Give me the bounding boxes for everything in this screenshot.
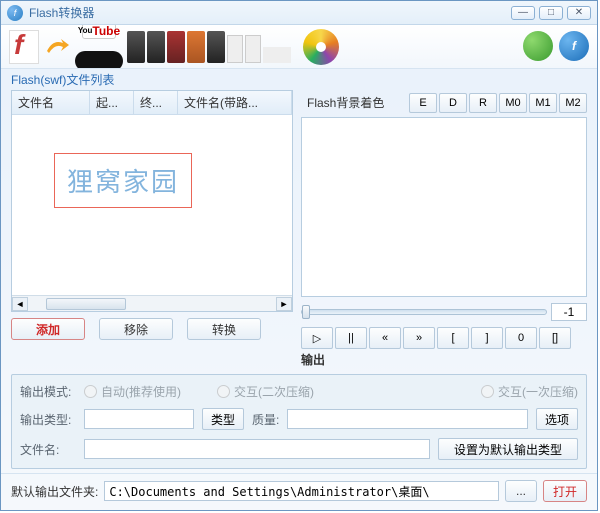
rewind-button[interactable]: «	[369, 327, 401, 349]
filename-input[interactable]	[84, 439, 430, 459]
preset-m1-button[interactable]: M1	[529, 93, 557, 113]
window-title: Flash转换器	[29, 4, 511, 21]
remove-button[interactable]: 移除	[99, 318, 173, 340]
disc-icon	[303, 29, 339, 65]
frame-number: -1	[551, 303, 587, 321]
reset-button[interactable]: 0	[505, 327, 537, 349]
col-filename[interactable]: 文件名	[12, 91, 90, 114]
youtube-icon: YouTube	[82, 25, 116, 39]
app-icon: f	[7, 5, 23, 21]
default-folder-label: 默认输出文件夹:	[11, 483, 98, 500]
console-icon	[263, 47, 291, 63]
titlebar: f Flash转换器 — □ ✕	[1, 1, 597, 25]
output-mode-label: 输出模式:	[20, 383, 76, 400]
output-type-label: 输出类型:	[20, 411, 76, 428]
browse-button[interactable]: ...	[505, 480, 537, 502]
open-button[interactable]: 打开	[543, 480, 587, 502]
set-default-type-button[interactable]: 设置为默认输出类型	[438, 438, 578, 460]
devices-icons	[127, 31, 291, 63]
watermark-text: 狸窝家园	[54, 153, 192, 208]
preset-e-button[interactable]: E	[409, 93, 437, 113]
type-button[interactable]: 类型	[202, 408, 244, 430]
flash-player-icon[interactable]: f	[559, 31, 589, 61]
preview-area	[301, 117, 587, 297]
h-scrollbar[interactable]: ◄ ►	[12, 295, 292, 311]
file-list-label: Flash(swf)文件列表	[1, 69, 597, 90]
slider-thumb[interactable]	[302, 305, 310, 319]
scroll-thumb[interactable]	[46, 298, 126, 310]
output-panel: 输出模式: 自动(推荐使用) 交互(二次压缩) 交互(一次压缩) 输出类型: 类…	[11, 374, 587, 469]
mark-out-button[interactable]: ]	[471, 327, 503, 349]
arrow-icon	[43, 33, 71, 61]
col-start[interactable]: 起...	[90, 91, 134, 114]
play-button[interactable]: ▷	[301, 327, 333, 349]
output-section-label: 输出	[301, 349, 587, 370]
pause-button[interactable]: ||	[335, 327, 367, 349]
options-button[interactable]: 选项	[536, 408, 578, 430]
phone-icon	[127, 31, 145, 63]
ipod-icon	[227, 35, 243, 63]
mode-interactive2-radio[interactable]: 交互(二次压缩)	[217, 383, 314, 400]
preset-m0-button[interactable]: M0	[499, 93, 527, 113]
scroll-left-icon[interactable]: ◄	[12, 297, 28, 311]
filename-label: 文件名:	[20, 441, 76, 458]
flash-logo-icon	[9, 30, 39, 64]
quality-label: 质量:	[252, 411, 279, 428]
add-button[interactable]: 添加	[11, 318, 85, 340]
preset-r-button[interactable]: R	[469, 93, 497, 113]
footer: 默认输出文件夹: ... 打开	[1, 473, 597, 508]
bg-color-label: Flash背景着色	[301, 90, 390, 115]
close-button[interactable]: ✕	[567, 6, 591, 20]
mode-interactive1-radio[interactable]: 交互(一次压缩)	[481, 383, 578, 400]
device-banner: YouTube f	[1, 25, 597, 69]
mode-auto-radio[interactable]: 自动(推荐使用)	[84, 383, 181, 400]
forward-button[interactable]: »	[403, 327, 435, 349]
quality-input[interactable]	[287, 409, 528, 429]
player-icon	[167, 31, 185, 63]
maximize-button[interactable]: □	[539, 6, 563, 20]
mark-in-button[interactable]: [	[437, 327, 469, 349]
download-icon[interactable]	[523, 31, 553, 61]
ipod-icon	[245, 35, 261, 63]
minimize-button[interactable]: —	[511, 6, 535, 20]
phone-icon	[147, 31, 165, 63]
preset-d-button[interactable]: D	[439, 93, 467, 113]
player-icon	[187, 31, 205, 63]
col-end[interactable]: 终...	[134, 91, 178, 114]
convert-button[interactable]: 转换	[187, 318, 261, 340]
seek-slider[interactable]	[301, 309, 547, 315]
preset-m2-button[interactable]: M2	[559, 93, 587, 113]
file-table[interactable]: 文件名 起... 终... 文件名(带路... 狸窝家园 ◄ ►	[11, 90, 293, 312]
fullscreen-button[interactable]: []	[539, 327, 571, 349]
default-folder-input[interactable]	[104, 481, 499, 501]
app-window: f Flash转换器 — □ ✕ YouTube f F	[0, 0, 598, 511]
output-type-input[interactable]	[84, 409, 194, 429]
phone-icon	[207, 31, 225, 63]
psp-icon	[75, 51, 123, 70]
col-fullpath[interactable]: 文件名(带路...	[178, 91, 292, 114]
scroll-right-icon[interactable]: ►	[276, 297, 292, 311]
